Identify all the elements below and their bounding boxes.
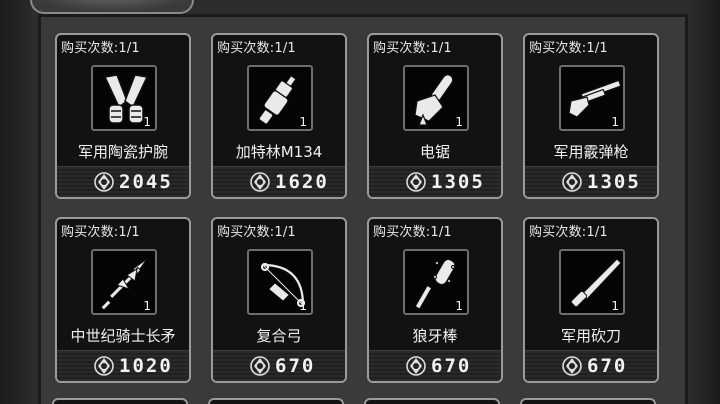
item-icon-frame: 1 — [403, 249, 469, 315]
purchase-count: 购买次数:1/1 — [217, 41, 296, 56]
price-bar: 670 — [525, 350, 657, 381]
item-icon-frame: 1 — [403, 65, 469, 131]
item-quantity: 1 — [455, 299, 463, 313]
currency-emblem-icon — [250, 356, 270, 376]
right-frame — [692, 0, 720, 404]
price-bar: 1305 — [525, 166, 657, 197]
price-bar: 1305 — [369, 166, 501, 197]
shop-item-card[interactable]: 购买次数:1/1 1 加特林M134 1620 — [211, 33, 347, 199]
item-quantity: 1 — [611, 115, 619, 129]
item-quantity: 1 — [455, 115, 463, 129]
left-frame — [0, 0, 32, 404]
item-price: 1020 — [119, 355, 173, 377]
price-bar: 2045 — [57, 166, 189, 197]
partial-card[interactable] — [520, 398, 656, 404]
item-price: 1305 — [587, 171, 641, 193]
purchase-count: 购买次数:1/1 — [373, 41, 452, 56]
item-name: 加特林M134 — [235, 143, 323, 161]
price-bar: 670 — [369, 350, 501, 381]
currency-emblem-icon — [94, 172, 114, 192]
item-icon-frame: 1 — [247, 249, 313, 315]
currency-emblem-icon — [562, 356, 582, 376]
shop-item-card[interactable]: 购买次数:1/1 1 电锯 1305 — [367, 33, 503, 199]
item-icon-frame: 1 — [91, 65, 157, 131]
shop-screen: 购买次数:1/1 1 军用陶瓷护腕 2045 购买次数:1/1 1 加特林M13… — [0, 0, 720, 404]
item-name: 军用陶瓷护腕 — [77, 143, 168, 161]
item-price: 2045 — [119, 171, 173, 193]
purchase-count: 购买次数:1/1 — [61, 225, 140, 240]
currency-emblem-icon — [250, 172, 270, 192]
price-bar: 1620 — [213, 166, 345, 197]
item-price: 1620 — [275, 171, 329, 193]
item-name: 复合弓 — [256, 327, 302, 345]
shop-item-card[interactable]: 购买次数:1/1 1 狼牙棒 670 — [367, 217, 503, 383]
item-quantity: 1 — [299, 299, 307, 313]
shop-item-card[interactable]: 购买次数:1/1 1 中世纪骑士长矛 1020 — [55, 217, 191, 383]
shop-item-card[interactable]: 购买次数:1/1 1 军用霰弹枪 1305 — [523, 33, 659, 199]
next-row-partial — [52, 398, 656, 404]
purchase-count: 购买次数:1/1 — [529, 41, 608, 56]
shop-item-card[interactable]: 购买次数:1/1 1 军用砍刀 670 — [523, 217, 659, 383]
item-grid: 购买次数:1/1 1 军用陶瓷护腕 2045 购买次数:1/1 1 加特林M13… — [55, 33, 659, 383]
item-icon-frame: 1 — [247, 65, 313, 131]
item-icon-frame: 1 — [559, 65, 625, 131]
top-portrait-tab — [30, 0, 194, 14]
shop-item-card[interactable]: 购买次数:1/1 1 军用陶瓷护腕 2045 — [55, 33, 191, 199]
item-name: 军用霰弹枪 — [553, 143, 629, 161]
item-price: 1305 — [431, 171, 485, 193]
currency-emblem-icon — [94, 356, 114, 376]
purchase-count: 购买次数:1/1 — [529, 225, 608, 240]
item-name: 狼牙棒 — [412, 327, 458, 345]
currency-emblem-icon — [562, 172, 582, 192]
item-quantity: 1 — [143, 299, 151, 313]
item-name: 电锯 — [419, 143, 450, 161]
item-price: 670 — [275, 355, 316, 377]
currency-emblem-icon — [406, 172, 426, 192]
partial-card[interactable] — [364, 398, 500, 404]
item-price: 670 — [587, 355, 628, 377]
price-bar: 1020 — [57, 350, 189, 381]
price-bar: 670 — [213, 350, 345, 381]
item-quantity: 1 — [611, 299, 619, 313]
partial-card[interactable] — [52, 398, 188, 404]
item-icon-frame: 1 — [91, 249, 157, 315]
item-name: 中世纪骑士长矛 — [70, 327, 176, 345]
purchase-count: 购买次数:1/1 — [61, 41, 140, 56]
item-quantity: 1 — [299, 115, 307, 129]
item-price: 670 — [431, 355, 472, 377]
purchase-count: 购买次数:1/1 — [373, 225, 452, 240]
item-name: 军用砍刀 — [560, 327, 621, 345]
shop-panel: 购买次数:1/1 1 军用陶瓷护腕 2045 购买次数:1/1 1 加特林M13… — [38, 14, 688, 404]
currency-emblem-icon — [406, 356, 426, 376]
item-icon-frame: 1 — [559, 249, 625, 315]
partial-card[interactable] — [208, 398, 344, 404]
item-quantity: 1 — [143, 115, 151, 129]
shop-item-card[interactable]: 购买次数:1/1 1 复合弓 670 — [211, 217, 347, 383]
purchase-count: 购买次数:1/1 — [217, 225, 296, 240]
